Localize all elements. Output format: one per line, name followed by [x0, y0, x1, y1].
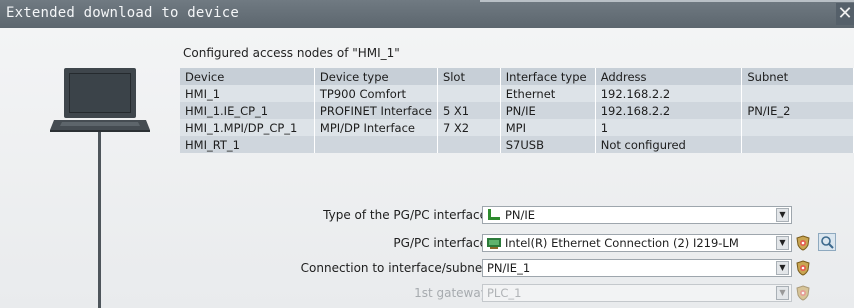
column-header-device: Device: [180, 68, 315, 85]
title-bar-strip: [480, 0, 854, 2]
cell-device-type: PROFINET Interface: [314, 102, 438, 119]
network-card-icon: [487, 238, 501, 249]
properties-shield-icon[interactable]: [796, 285, 810, 301]
cell-interface-type: PN/IE: [500, 102, 596, 119]
table-header-row: Device Device type Slot Interface type A…: [180, 68, 854, 85]
table-row[interactable]: HMI_1 TP900 Comfort Ethernet 192.168.2.2: [180, 85, 854, 102]
column-header-slot: Slot: [437, 68, 501, 85]
cell-subnet: PN/IE_2: [741, 102, 854, 119]
table-row[interactable]: HMI_RT_1 S7USB Not configured: [180, 136, 854, 153]
cell-device: HMI_1.MPI/DP_CP_1: [180, 119, 315, 136]
chevron-down-icon[interactable]: ▼: [776, 286, 789, 300]
title-bar: Extended download to device ✕: [0, 0, 854, 28]
chevron-down-icon[interactable]: ▼: [776, 261, 789, 275]
gateway-label: 1st gateway:: [414, 286, 491, 300]
pgpc-interface-label: PG/PC interface:: [393, 236, 491, 250]
table-row[interactable]: HMI_1.IE_CP_1 PROFINET Interface 5 X1 PN…: [180, 102, 854, 119]
pgpc-type-value: PN/IE: [505, 208, 536, 222]
access-nodes-table: Device Device type Slot Interface type A…: [180, 68, 854, 153]
cell-interface-type: Ethernet: [500, 85, 596, 102]
cell-device-type: [314, 136, 438, 153]
cell-device-type: TP900 Comfort: [314, 85, 438, 102]
laptop-icon: [50, 68, 150, 132]
cell-slot: [437, 136, 501, 153]
column-header-device-type: Device type: [314, 68, 438, 85]
cell-address: 192.168.2.2: [595, 102, 743, 119]
cell-subnet: [741, 85, 854, 102]
cell-slot: 7 X2: [437, 119, 501, 136]
cell-device: HMI_1: [180, 85, 315, 102]
cell-slot: 5 X1: [437, 102, 501, 119]
cell-address: 192.168.2.2: [595, 85, 743, 102]
column-header-interface-type: Interface type: [500, 68, 596, 85]
dialog-title: Extended download to device: [6, 5, 239, 21]
pgpc-type-select[interactable]: PN/IE ▼: [482, 206, 792, 224]
cell-address: 1: [595, 119, 743, 136]
cell-device-type: MPI/DP Interface: [314, 119, 438, 136]
table-row[interactable]: HMI_1.MPI/DP_CP_1 MPI/DP Interface 7 X2 …: [180, 119, 854, 136]
pgpc-type-label: Type of the PG/PC interface:: [323, 208, 491, 222]
chevron-down-icon[interactable]: ▼: [776, 236, 789, 250]
pgpc-interface-value: Intel(R) Ethernet Connection (2) I219-LM: [505, 236, 739, 250]
connection-line: [98, 132, 101, 308]
column-header-subnet: Subnet: [741, 68, 854, 85]
connection-value: PN/IE_1: [487, 261, 531, 275]
dialog-body: Configured access nodes of "HMI_1" Devic…: [0, 28, 854, 308]
cell-subnet: [741, 136, 854, 153]
cell-subnet: [741, 119, 854, 136]
configured-nodes-title: Configured access nodes of "HMI_1": [183, 46, 400, 60]
cell-device: HMI_1.IE_CP_1: [180, 102, 315, 119]
cell-address: Not configured: [595, 136, 743, 153]
chevron-down-icon[interactable]: ▼: [776, 208, 789, 222]
cell-interface-type: S7USB: [500, 136, 596, 153]
column-header-address: Address: [595, 68, 743, 85]
properties-shield-icon[interactable]: [796, 260, 810, 276]
cell-interface-type: MPI: [500, 119, 596, 136]
connection-label: Connection to interface/subnet:: [300, 261, 491, 275]
properties-shield-icon[interactable]: [796, 235, 810, 251]
gateway-select[interactable]: PLC_1 ▼: [482, 284, 792, 302]
cell-slot: [437, 85, 501, 102]
search-icon: [821, 236, 834, 249]
close-icon[interactable]: ✕: [836, 3, 854, 25]
gateway-value: PLC_1: [487, 286, 522, 300]
pnie-icon: [488, 209, 500, 220]
search-devices-button[interactable]: [818, 233, 836, 251]
connection-select[interactable]: PN/IE_1 ▼: [482, 259, 792, 277]
pgpc-interface-select[interactable]: Intel(R) Ethernet Connection (2) I219-LM…: [482, 234, 792, 252]
cell-device: HMI_RT_1: [180, 136, 315, 153]
